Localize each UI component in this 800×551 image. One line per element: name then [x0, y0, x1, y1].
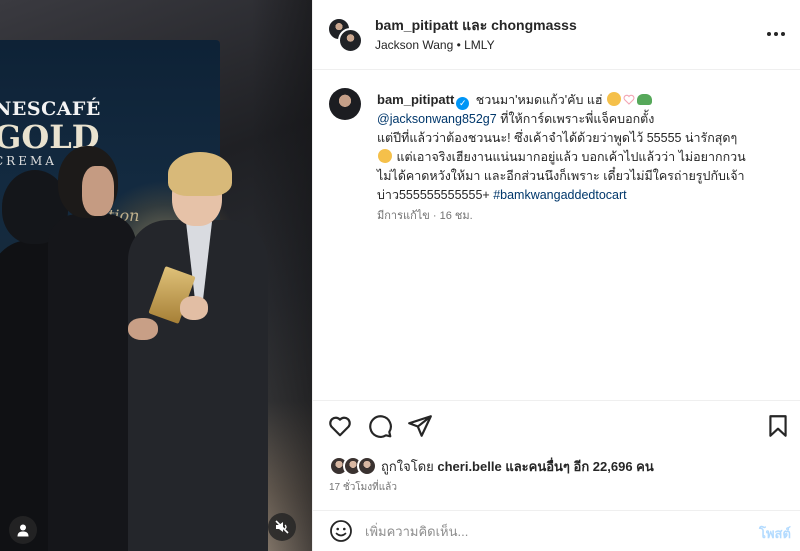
post-media-video[interactable]: NESCAFÉ GOLD CREMA tion	[0, 0, 312, 551]
caption-meta: มีการแก้ไข · 16 ชม.	[377, 206, 473, 224]
speaker-muted-icon	[275, 520, 289, 534]
hashtag-link[interactable]: #bamkwangaddedtocart	[493, 188, 626, 202]
comment-bar: โพสต์	[313, 510, 800, 551]
audio-subtitle[interactable]: Jackson Wang • LMLY	[375, 38, 495, 52]
avatar[interactable]	[357, 456, 377, 476]
brand-line-1: NESCAFÉ	[0, 98, 101, 120]
user-tag-icon	[17, 524, 29, 537]
person-right-hand	[180, 296, 208, 320]
more-dot	[774, 32, 778, 36]
grinning-emoji-icon	[378, 149, 392, 163]
bookmark-icon[interactable]	[765, 413, 791, 439]
post-comment-button[interactable]: โพสต์	[759, 523, 791, 544]
person-middle-face	[82, 166, 114, 216]
edited-label: มีการแก้ไข	[377, 210, 430, 222]
post-details-panel: bam_pitipatt และ chongmasss Jackson Wang…	[312, 0, 800, 551]
heart-outline-emoji-icon	[623, 94, 635, 105]
liker-avatars[interactable]	[329, 456, 379, 476]
caption-line-3: แต่ปีที่แล้วว่าต้องชวนนะ! ซึ่งเค้าจำได้ด…	[377, 131, 738, 145]
instagram-post-view: NESCAFÉ GOLD CREMA tion bam_pitipatt และ…	[0, 0, 800, 551]
verified-badge-icon: ✓	[456, 97, 470, 110]
action-bar	[313, 400, 800, 452]
more-options-button[interactable]	[763, 22, 789, 46]
emoji-icon[interactable]	[329, 519, 353, 543]
mute-toggle-button[interactable]	[268, 513, 296, 541]
collab-avatars[interactable]	[327, 17, 363, 53]
caption-text: bam_pitipatt ✓ ชวนมา'หมดแก้ว'คับ แฮ่ @jac…	[377, 90, 787, 205]
person-middle-hand	[128, 318, 158, 340]
caption-line-2: ที่ให้การ์ดเพราะพี่แจ็คบอกตั้ง	[500, 112, 655, 126]
caption-line-5: ไม่ได้คาดหวังให้มา และอีกส่วนนึงก็เพราะ …	[377, 169, 745, 183]
comment-input[interactable]	[365, 520, 725, 542]
person-middle-body	[48, 214, 136, 551]
more-dot	[781, 32, 785, 36]
comment-icon[interactable]	[367, 413, 393, 439]
heart-icon[interactable]	[327, 413, 353, 439]
post-header: bam_pitipatt และ chongmasss Jackson Wang…	[313, 0, 800, 70]
likes-text: ถูกใจโดย cheri.belle และคนอื่นๆ อีก 22,6…	[381, 456, 654, 477]
caption-block: bam_pitipatt ✓ ชวนมา'หมดแก้ว'คับ แฮ่ @jac…	[313, 70, 800, 400]
caption-age[interactable]: 16 ชม.	[440, 210, 473, 222]
author-username-link[interactable]: bam_pitipatt	[375, 17, 458, 33]
avatar[interactable]	[329, 88, 361, 120]
more-horizontal-icon	[767, 32, 771, 36]
collaborator-username-link[interactable]: chongmasss	[491, 17, 577, 33]
smiling-emoji-icon	[607, 92, 622, 106]
user-tag-button[interactable]	[9, 516, 37, 544]
liker-username-link[interactable]: cheri.belle	[437, 459, 501, 474]
caption-username-link[interactable]: bam_pitipatt	[377, 92, 454, 107]
likes-others-link[interactable]: และคนอื่นๆ อีก 22,696 คน	[505, 459, 653, 474]
mention-link[interactable]: @jacksonwang852g7	[377, 112, 497, 126]
author-joiner: และ	[462, 17, 488, 33]
turtle-emoji-icon	[637, 94, 653, 105]
meta-separator: ·	[432, 210, 437, 222]
avatar[interactable]	[338, 28, 363, 53]
likes-prefix: ถูกใจโดย	[381, 458, 434, 474]
caption-line-6: บ่าว555555555555+	[377, 188, 490, 202]
caption-line-4: แต่เอาจริงเฮียงานแน่นมากอยู่แล้ว บอกเค้า…	[396, 150, 746, 164]
caption-line-1: ชวนมา'หมดแก้ว'คับ แฮ่	[475, 93, 603, 107]
author-names: bam_pitipatt และ chongmasss	[375, 15, 577, 37]
post-timestamp[interactable]: 17 ชั่วโมงที่แล้ว	[329, 480, 397, 495]
send-icon[interactable]	[407, 413, 433, 439]
person-right-hair	[168, 152, 232, 196]
likes-summary: ถูกใจโดย cheri.belle และคนอื่นๆ อีก 22,6…	[329, 455, 654, 477]
